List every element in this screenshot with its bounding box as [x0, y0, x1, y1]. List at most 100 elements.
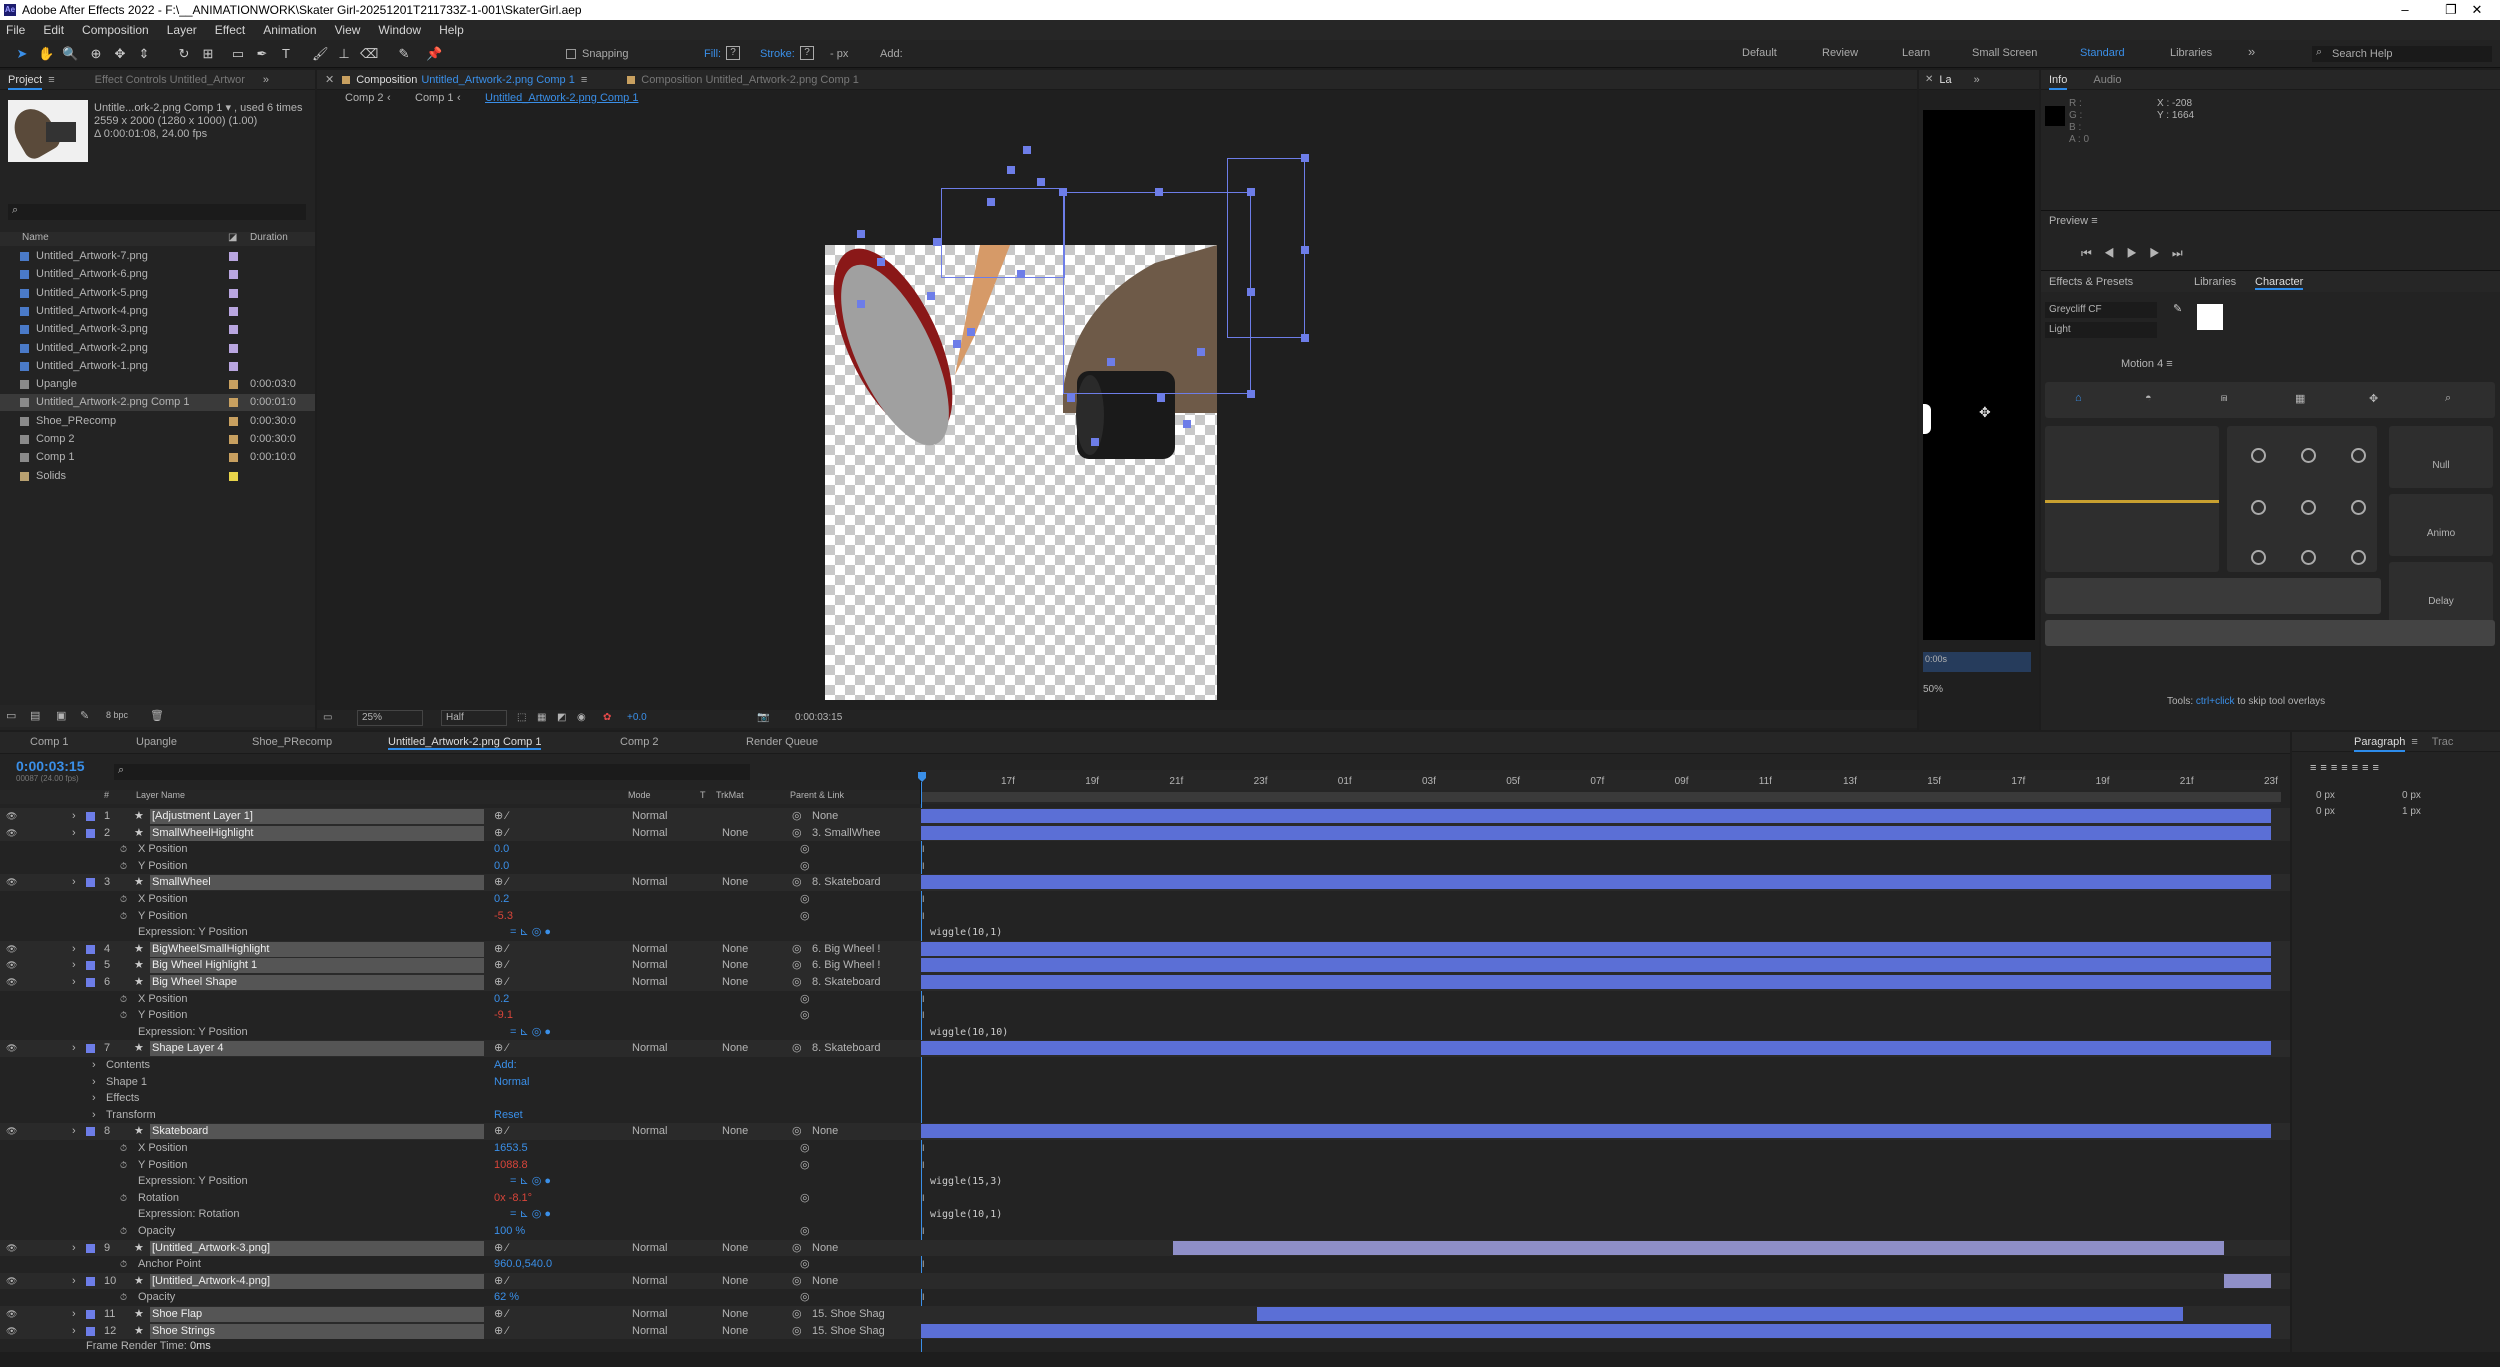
- motion-drop-icon[interactable]: ◓: [2145, 392, 2152, 404]
- project-item[interactable]: Solids: [0, 468, 315, 485]
- tab-effects-presets[interactable]: Effects & Presets: [2049, 276, 2133, 288]
- label-color-swatch[interactable]: [229, 325, 238, 335]
- menu-edit[interactable]: Edit: [43, 23, 64, 37]
- project-item[interactable]: Untitled_Artwork-6.png: [0, 266, 315, 283]
- col-t[interactable]: T: [700, 790, 706, 800]
- twirl-chevron-icon[interactable]: ›: [72, 1306, 76, 1323]
- tab-info[interactable]: Info: [2049, 70, 2068, 90]
- motion-action-row[interactable]: [2045, 578, 2381, 614]
- menu-view[interactable]: View: [335, 23, 361, 37]
- twirl-chevron-icon[interactable]: ›: [72, 808, 76, 825]
- close-button[interactable]: ✕: [2454, 0, 2500, 20]
- current-time[interactable]: 0:00:03:15: [16, 758, 85, 774]
- label-color-swatch[interactable]: [229, 380, 238, 390]
- tab-effect-controls[interactable]: Effect Controls Untitled_Artwor: [95, 74, 245, 86]
- workspace-default[interactable]: Default: [1742, 47, 1777, 59]
- type-tool-icon[interactable]: T: [278, 46, 294, 62]
- add-label[interactable]: Add:: [880, 48, 903, 60]
- menu-layer[interactable]: Layer: [167, 23, 197, 37]
- timeline-property-row[interactable]: ⏱ Y Position -5.3 ◎ I: [0, 908, 2290, 925]
- tab-libraries[interactable]: Libraries: [2194, 276, 2236, 288]
- timeline-layer-row[interactable]: 👁 › 4 ★ BigWheelSmallHighlight ⊕ ∕ Normal None ◎…: [0, 940, 2290, 958]
- label-color-swatch[interactable]: [229, 453, 238, 463]
- tab-composition-label[interactable]: Composition: [356, 74, 417, 86]
- layer-duration-bar[interactable]: [921, 875, 2271, 890]
- twirl-chevron-icon[interactable]: ›: [72, 1123, 76, 1140]
- clone-stamp-tool-icon[interactable]: ⊥: [336, 46, 352, 62]
- label-color-swatch[interactable]: [229, 361, 238, 371]
- pan-behind-tool-icon[interactable]: ⊞: [200, 46, 216, 62]
- layer-duration-bar[interactable]: [921, 809, 2271, 823]
- roto-brush-tool-icon[interactable]: ✎: [396, 46, 412, 62]
- fill-color-swatch[interactable]: [2197, 304, 2223, 330]
- visibility-eye-icon[interactable]: 👁: [6, 1306, 17, 1323]
- tab-layer[interactable]: La: [1939, 74, 1951, 86]
- stopwatch-icon[interactable]: ⏱: [120, 908, 127, 925]
- timeline-layer-row[interactable]: 👁 › 2 ★ SmallWheelHighlight ⊕ ∕ Normal None ◎ 3. …: [0, 824, 2290, 842]
- motion-grid-icon[interactable]: ▦: [2295, 392, 2305, 405]
- anchor-grid[interactable]: [2227, 426, 2377, 572]
- minimize-button[interactable]: –: [2382, 0, 2428, 20]
- stopwatch-icon[interactable]: ⏱: [120, 1190, 127, 1207]
- layer-duration-bar[interactable]: [1173, 1240, 2224, 1255]
- timeline-tab[interactable]: Comp 2: [620, 736, 659, 748]
- layer-duration-bar[interactable]: [1257, 1307, 2184, 1321]
- label-color-swatch[interactable]: [229, 416, 238, 426]
- stroke-swatch[interactable]: ?: [800, 46, 814, 60]
- project-item[interactable]: Comp 1 0:00:10:0: [0, 449, 315, 466]
- timeline-layer-row[interactable]: 👁 › 7 ★ Shape Layer 4 ⊕ ∕ Normal None ◎ 8. Skateb…: [0, 1040, 2290, 1057]
- layer-duration-bar[interactable]: [921, 941, 2271, 956]
- orbit-tool-icon[interactable]: ⊕: [88, 46, 104, 62]
- col-parent[interactable]: Parent & Link: [790, 790, 844, 800]
- twirl-chevron-icon[interactable]: ›: [72, 1323, 76, 1340]
- project-search-input[interactable]: ⌕: [8, 204, 306, 220]
- animo-button[interactable]: Animo: [2389, 494, 2493, 556]
- hand-tool-icon[interactable]: ✋: [38, 46, 54, 62]
- menu-file[interactable]: File: [6, 23, 25, 37]
- stopwatch-icon[interactable]: ⏱: [120, 841, 127, 858]
- timeline-layer-row[interactable]: 👁 › 1 ★ [Adjustment Layer 1] ⊕ ∕ Normal ◎ None: [0, 808, 2290, 825]
- new-comp-icon[interactable]: ▣: [56, 709, 66, 722]
- viewer-time[interactable]: 0:00:03:15: [795, 712, 842, 723]
- mask-visibility-icon[interactable]: ◩: [557, 712, 566, 723]
- twirl-chevron-icon[interactable]: ›: [72, 874, 76, 891]
- stopwatch-icon[interactable]: ⏱: [120, 891, 127, 908]
- paragraph-align-icons[interactable]: ≡≡≡≡≡≡≡: [2310, 762, 2383, 774]
- timeline-property-row[interactable]: ⏱ Rotation 0x -8.1° ◎ I: [0, 1190, 2290, 1207]
- panel-more-icon[interactable]: »: [1974, 74, 1980, 86]
- workspace-more-icon[interactable]: »: [2248, 44, 2255, 59]
- timeline-tab[interactable]: Render Queue: [746, 736, 818, 748]
- timeline-tab[interactable]: Comp 1: [30, 736, 69, 748]
- stopwatch-icon[interactable]: ⏱: [120, 991, 127, 1008]
- visibility-eye-icon[interactable]: 👁: [6, 1323, 17, 1340]
- twirl-chevron-icon[interactable]: ›: [92, 1074, 96, 1091]
- project-item[interactable]: Comp 2 0:00:30:0: [0, 431, 315, 448]
- stopwatch-icon[interactable]: ⏱: [120, 1223, 127, 1240]
- font-style-select[interactable]: Light: [2045, 322, 2157, 338]
- label-color-swatch[interactable]: [229, 252, 238, 261]
- twirl-chevron-icon[interactable]: ›: [92, 1107, 96, 1124]
- snapping-checkbox[interactable]: [566, 49, 576, 59]
- visibility-eye-icon[interactable]: 👁: [6, 1240, 17, 1257]
- close-tab-icon[interactable]: ✕: [325, 73, 334, 86]
- exposure-value[interactable]: +0.0: [627, 712, 647, 723]
- stopwatch-icon[interactable]: ⏱: [120, 1256, 127, 1273]
- timeline-property-row[interactable]: ⏱ X Position 1653.5 ◎ I: [0, 1140, 2290, 1157]
- layer-zoom[interactable]: 50%: [1923, 684, 1943, 695]
- timeline-layer-row[interactable]: 👁 › 12 ★ Shoe Strings ⊕ ∕ Normal None ◎ 15. Shoe …: [0, 1322, 2290, 1340]
- crumb-comp2[interactable]: Comp 2: [345, 92, 384, 104]
- eyedropper-icon[interactable]: ✎: [2173, 302, 2191, 320]
- timeline-layer-row[interactable]: 👁 › 3 ★ SmallWheel ⊕ ∕ Normal None ◎ 8. Skateboar…: [0, 874, 2290, 891]
- preview-controls[interactable]: ⏮◀▶▶⏭: [2081, 246, 2195, 261]
- motion-action-row-2[interactable]: [2045, 620, 2495, 646]
- color-management-icon[interactable]: ✿: [603, 712, 611, 723]
- stopwatch-icon[interactable]: ⏱: [120, 1007, 127, 1024]
- project-item[interactable]: Untitled_Artwork-3.png: [0, 321, 315, 338]
- timeline-property-row[interactable]: ⏱ Opacity 62 % ◎ I: [0, 1289, 2290, 1306]
- tab-composition-secondary[interactable]: Composition Untitled_Artwork-2.png Comp …: [641, 74, 859, 86]
- timeline-group-row[interactable]: › Effects: [0, 1090, 2290, 1107]
- col-mode[interactable]: Mode: [628, 790, 651, 800]
- workspace-small-screen[interactable]: Small Screen: [1972, 47, 2037, 59]
- panel-more-icon[interactable]: »: [263, 74, 269, 86]
- twirl-chevron-icon[interactable]: ›: [72, 974, 76, 991]
